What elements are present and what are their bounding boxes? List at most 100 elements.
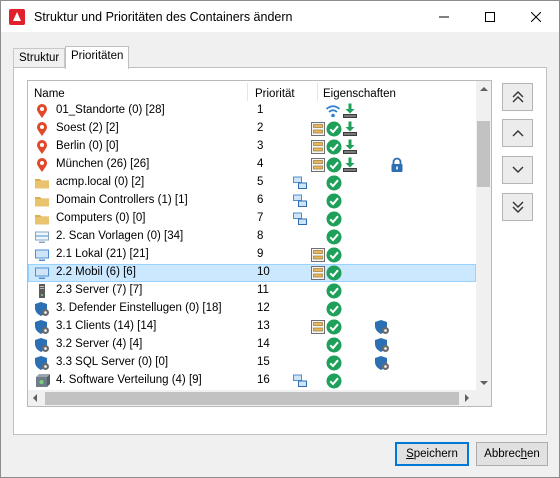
- check-circle-icon: [326, 157, 342, 173]
- server-grid-icon: [310, 121, 326, 137]
- row-name: Computers (0) [0]: [56, 212, 146, 224]
- server-grid-icon: [310, 247, 326, 263]
- row-name: 3. Defender Einstellugen (0) [18]: [56, 302, 222, 314]
- column-header-priority[interactable]: Priorität: [249, 81, 295, 103]
- shield-gear-icon: [34, 337, 50, 353]
- horizontal-scroll-thumb[interactable]: [45, 392, 459, 405]
- check-circle-icon: [326, 139, 342, 155]
- table-row[interactable]: acmp.local (0) [2] 5: [28, 174, 476, 192]
- server-grid-icon: [310, 319, 326, 335]
- check-circle-icon: [326, 301, 342, 317]
- shield-gear-icon: [34, 319, 50, 335]
- shield-gear-icon: [34, 301, 50, 317]
- maximize-icon: [485, 11, 495, 22]
- move-to-top-button[interactable]: [502, 83, 533, 111]
- table-row[interactable]: 3.3 SQL Server (0) [0] 15: [28, 354, 476, 372]
- app-icon: [9, 8, 25, 25]
- table-row[interactable]: 4. Software Verteilung (4) [9] 16: [28, 372, 476, 390]
- row-name: Domain Controllers (1) [1]: [56, 194, 188, 206]
- minimize-icon: [439, 16, 449, 17]
- row-name: 2.2 Mobil (6) [6]: [56, 266, 136, 278]
- check-circle-icon: [326, 247, 342, 263]
- save-button[interactable]: Speichern: [395, 442, 469, 466]
- location-pin-icon: [34, 157, 50, 173]
- software-box-icon: [34, 373, 50, 389]
- cancel-button[interactable]: Abbrechen: [476, 442, 548, 466]
- scroll-down-arrow-icon[interactable]: [480, 381, 488, 385]
- download-tray-icon: [342, 139, 358, 155]
- wifi-icon: [325, 103, 341, 119]
- monitor-icon: [34, 247, 50, 263]
- table-row[interactable]: München (26) [26] 4: [28, 156, 476, 174]
- move-to-bottom-icon: [512, 201, 523, 213]
- check-circle-icon: [326, 229, 342, 245]
- row-priority: 1: [257, 104, 264, 116]
- vertical-scroll-thumb[interactable]: [477, 121, 490, 187]
- server-grid-icon: [310, 265, 326, 281]
- row-name: 3.1 Clients (14) [14]: [56, 320, 157, 332]
- row-name: 2.3 Server (7) [7]: [56, 284, 143, 296]
- computers-icon: [292, 373, 308, 389]
- shield-gear-icon: [374, 319, 390, 335]
- server-tower-icon: [34, 283, 50, 299]
- check-circle-icon: [326, 355, 342, 371]
- check-circle-icon: [326, 175, 342, 191]
- location-pin-icon: [34, 121, 50, 137]
- row-name: 3.3 SQL Server (0) [0]: [56, 356, 169, 368]
- row-priority: 11: [257, 284, 269, 296]
- move-to-top-icon: [512, 91, 523, 103]
- horizontal-scrollbar[interactable]: [28, 390, 476, 406]
- scroll-up-arrow-icon[interactable]: [480, 87, 488, 91]
- table-row[interactable]: Domain Controllers (1) [1] 6: [28, 192, 476, 210]
- table-row[interactable]: Soest (2) [2] 2: [28, 120, 476, 138]
- column-header-properties[interactable]: Eigenschaften: [317, 81, 396, 103]
- scroll-corner: [476, 390, 491, 406]
- row-priority: 13: [257, 320, 270, 332]
- table-row[interactable]: 2.1 Lokal (21) [21] 9: [28, 246, 476, 264]
- table-row[interactable]: 2.3 Server (7) [7] 11: [28, 282, 476, 300]
- move-up-button[interactable]: [502, 119, 533, 147]
- table-row[interactable]: 3. Defender Einstellugen (0) [18] 12: [28, 300, 476, 318]
- minimize-button[interactable]: [421, 1, 467, 32]
- row-name: 4. Software Verteilung (4) [9]: [56, 374, 202, 386]
- dialog-window: Struktur und Prioritäten des Containers …: [0, 0, 560, 478]
- row-priority: 15: [257, 356, 270, 368]
- row-priority: 7: [257, 212, 264, 224]
- computers-icon: [292, 193, 308, 209]
- shield-gear-icon: [374, 337, 390, 353]
- folder-icon: [34, 193, 50, 209]
- vertical-scrollbar[interactable]: [476, 81, 491, 391]
- close-button[interactable]: [513, 1, 559, 32]
- download-tray-icon: [342, 103, 358, 119]
- table-row[interactable]: Computers (0) [0] 7: [28, 210, 476, 228]
- table-row[interactable]: 3.1 Clients (14) [14] 13: [28, 318, 476, 336]
- download-tray-icon: [342, 157, 358, 173]
- row-priority: 16: [257, 374, 270, 386]
- server-grid-icon: [310, 157, 326, 173]
- shield-gear-icon: [374, 355, 390, 371]
- scroll-right-arrow-icon[interactable]: [465, 394, 469, 402]
- row-name: 01_Standorte (0) [28]: [56, 104, 165, 116]
- check-circle-icon: [326, 265, 342, 281]
- container-list[interactable]: Name Priorität Eigenschaften 01_Standort…: [27, 80, 492, 407]
- table-row[interactable]: 3.2 Server (4) [4] 14: [28, 336, 476, 354]
- move-to-bottom-button[interactable]: [502, 193, 533, 221]
- move-down-icon: [512, 166, 523, 173]
- tab-prioritaeten[interactable]: Prioritäten: [65, 46, 130, 69]
- table-row[interactable]: 2. Scan Vorlagen (0) [34] 8: [28, 228, 476, 246]
- column-header-name[interactable]: Name: [28, 81, 65, 103]
- table-row[interactable]: 01_Standorte (0) [28] 1: [28, 102, 476, 120]
- scroll-left-arrow-icon[interactable]: [33, 394, 37, 402]
- maximize-button[interactable]: [467, 1, 513, 32]
- move-down-button[interactable]: [502, 156, 533, 184]
- table-row[interactable]: Berlin (0) [0] 3: [28, 138, 476, 156]
- monitor-icon: [34, 265, 50, 281]
- tab-struktur[interactable]: Struktur: [13, 48, 66, 68]
- folder-icon: [34, 211, 50, 227]
- check-circle-icon: [326, 121, 342, 137]
- row-priority: 6: [257, 194, 264, 206]
- title-bar: Struktur und Prioritäten des Containers …: [1, 1, 559, 32]
- cancel-button-label: Abbrechen: [484, 448, 540, 460]
- table-row[interactable]: 2.2 Mobil (6) [6] 10: [28, 264, 476, 282]
- row-name: München (26) [26]: [56, 158, 150, 170]
